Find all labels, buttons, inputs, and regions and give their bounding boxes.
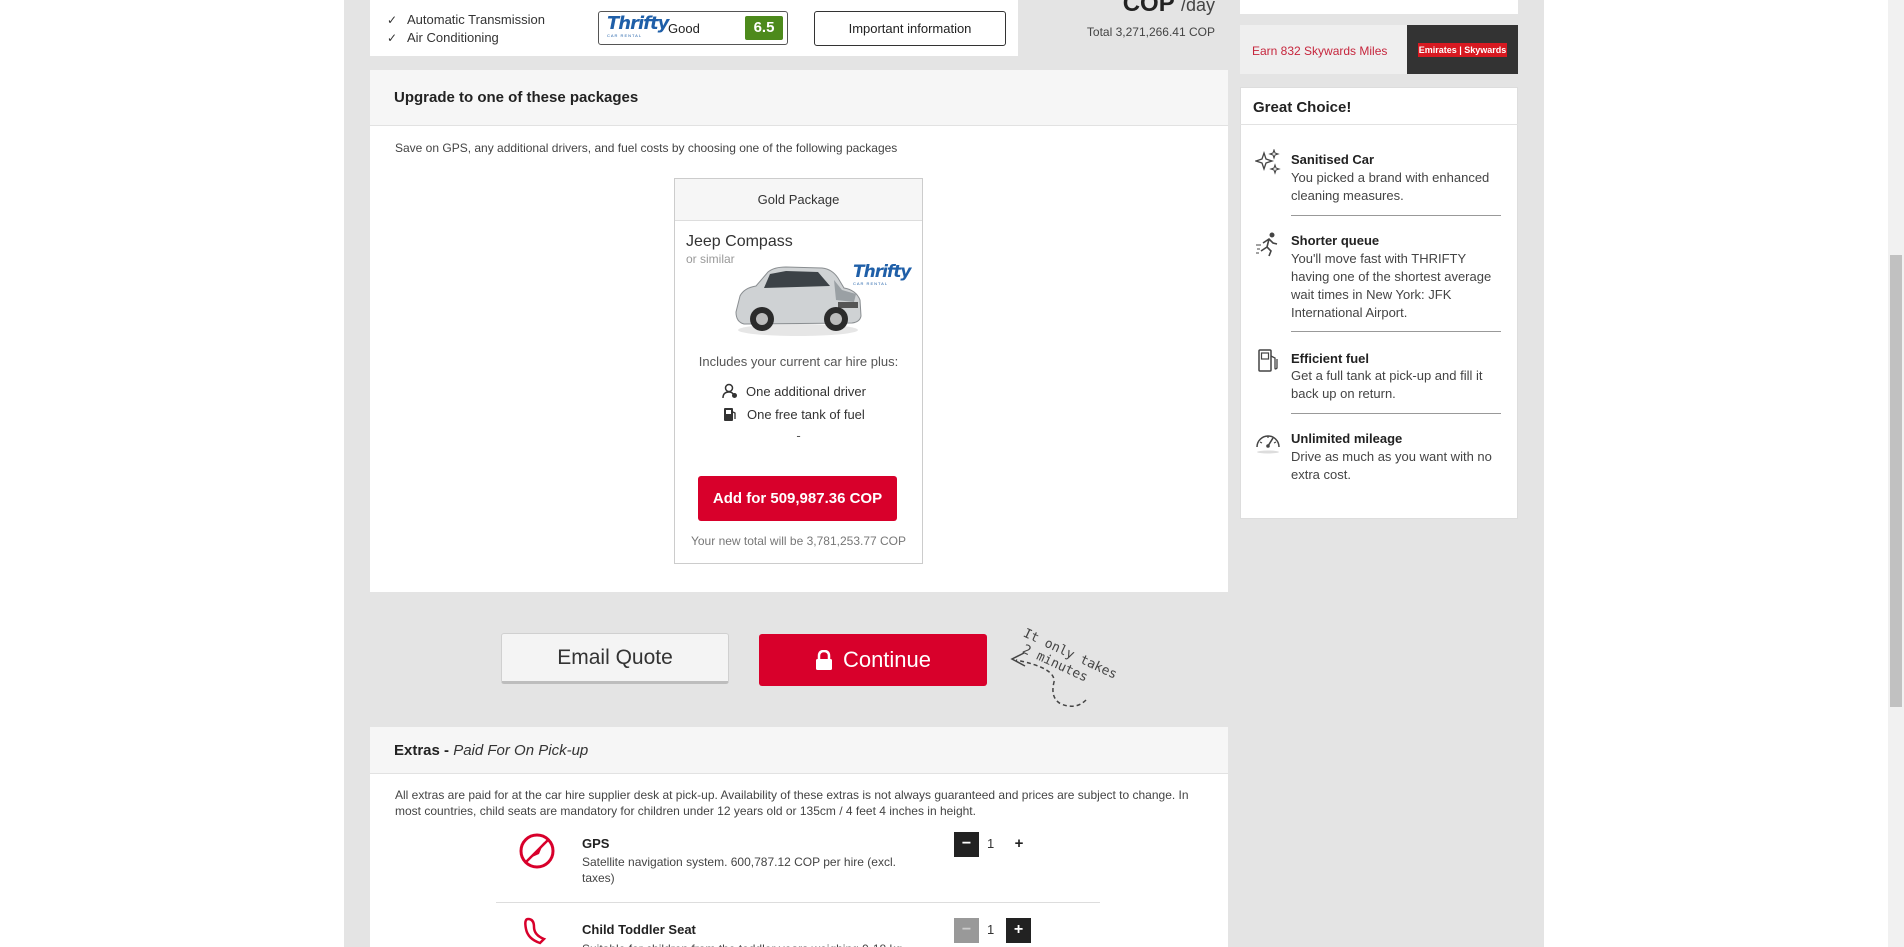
gps-icon <box>519 833 555 869</box>
divider <box>1291 331 1501 332</box>
car-image <box>735 266 862 336</box>
fuel-pump-icon <box>1258 349 1278 372</box>
package-item: - <box>796 428 801 443</box>
decrease-quantity-button[interactable]: − <box>954 832 979 857</box>
feature-automatic: ✓ Automatic Transmission <box>387 12 545 27</box>
rating-label: Good <box>668 21 700 36</box>
driver-icon <box>722 383 737 399</box>
package-item-label: One additional driver <box>746 383 866 399</box>
car-similar: or similar <box>686 252 735 266</box>
benefit-description: You picked a brand with enhanced cleanin… <box>1291 170 1490 203</box>
continue-label: Continue <box>842 647 932 672</box>
thrifty-logo: Thrifty CAR RENTAL <box>607 13 669 39</box>
check-icon: ✓ <box>387 12 398 27</box>
benefit-description: You'll move fast with THRIFTY having one… <box>1291 251 1492 320</box>
sparkle-icon <box>1255 149 1281 175</box>
divider <box>1291 413 1501 414</box>
divider <box>1240 124 1518 125</box>
continue-button[interactable]: Continue <box>759 634 987 686</box>
decrease-quantity-button[interactable]: − <box>954 918 979 943</box>
price-per: /day <box>1180 0 1215 15</box>
scrollbar-thumb[interactable] <box>1890 255 1902 707</box>
running-person-icon <box>1256 232 1278 257</box>
fuel-icon <box>724 408 736 421</box>
speedometer-icon <box>1256 435 1280 454</box>
lock-icon <box>815 650 832 670</box>
price-currency: COP <box>1122 0 1175 17</box>
supplier-rating[interactable]: Thrifty CAR RENTAL Good 6.5 <box>598 11 788 45</box>
upgrade-title: Upgrade to one of these packages <box>394 89 639 106</box>
add-package-button[interactable]: Add for 509,987.36 COP <box>698 476 897 521</box>
great-choice-title: Great Choice! <box>1253 99 1352 116</box>
package-item: One free tank of fuel <box>723 406 865 422</box>
sidebar-card-top <box>1240 0 1518 14</box>
divider <box>1291 215 1501 216</box>
feature-label: Air Conditioning <box>407 30 499 45</box>
benefit-title: Efficient fuel <box>1291 351 1370 366</box>
dashed-arrow-icon <box>1010 652 1087 707</box>
increase-quantity-button[interactable]: + <box>1006 918 1031 943</box>
benefit-description: Drive as much as you want with no extra … <box>1291 449 1492 482</box>
package-item-label: One free tank of fuel <box>747 406 865 422</box>
upgrade-subtitle: Save on GPS, any additional drivers, and… <box>395 141 898 155</box>
email-quote-button[interactable]: Email Quote <box>501 633 729 684</box>
extras-title: Extras - Paid For On Pick-up <box>394 742 589 759</box>
emirates-skywards-logo: Emirates | Skywards <box>1418 43 1507 57</box>
car-name: Jeep Compass <box>686 233 793 250</box>
extra-description: Satellite navigation system. 600,787.12 … <box>582 855 896 885</box>
feature-aircon: ✓ Air Conditioning <box>387 30 499 45</box>
thrifty-logo: Thrifty CAR RENTAL <box>853 262 912 287</box>
extra-name: GPS <box>582 836 610 851</box>
package-name: Gold Package <box>675 179 922 221</box>
price-per-day: COP /day <box>1123 0 1215 18</box>
skywards-miles: Earn 832 Skywards Miles <box>1252 44 1388 58</box>
quantity-value: 1 <box>987 836 995 851</box>
feature-label: Automatic Transmission <box>407 12 545 27</box>
benefit-title: Unlimited mileage <box>1291 431 1403 446</box>
extras-divider <box>496 902 1100 903</box>
important-information-button[interactable]: Important information <box>814 11 1006 46</box>
price-total: Total 3,271,266.41 COP <box>1086 25 1215 39</box>
new-total: Your new total will be 3,781,253.77 COP <box>690 534 907 548</box>
child-seat-icon <box>524 917 547 945</box>
package-item: One additional driver <box>722 383 866 399</box>
quantity-value: 1 <box>987 922 995 937</box>
benefit-title: Sanitised Car <box>1291 152 1375 167</box>
check-icon: ✓ <box>387 30 398 45</box>
rating-score: 6.5 <box>745 16 783 40</box>
includes-label: Includes your current car hire plus: <box>698 354 899 369</box>
benefit-title: Shorter queue <box>1291 233 1380 248</box>
extra-description: Suitable for children from the toddler y… <box>582 941 922 947</box>
increase-quantity-button[interactable]: + <box>1010 835 1028 852</box>
extras-description: All extras are paid for at the car hire … <box>395 788 1189 818</box>
benefit-description: Get a full tank at pick-up and fill it b… <box>1291 368 1483 401</box>
extra-name: Child Toddler Seat <box>582 922 696 937</box>
